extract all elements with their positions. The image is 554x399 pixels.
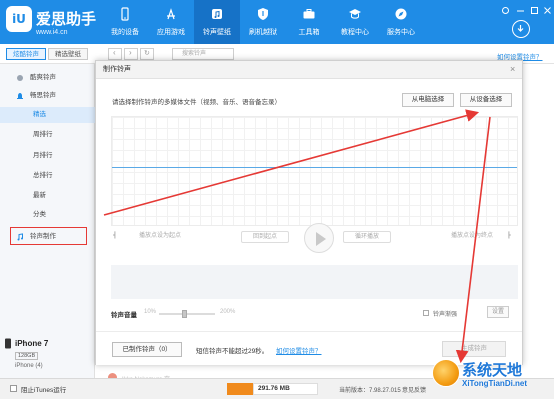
- download-button[interactable]: [512, 20, 530, 38]
- play-button[interactable]: [304, 223, 334, 253]
- made-ringtones-button[interactable]: 已制作铃声（0）: [112, 342, 182, 357]
- tab-ringtones[interactable]: 炫酷铃声: [6, 48, 46, 60]
- volume-min: 10%: [144, 309, 157, 315]
- segment-track: [111, 265, 518, 299]
- sidebar: 酷爽铃声 畅思铃声 精选 周排行 月排行 总排行 最新 分类 铃声制作: [0, 64, 95, 378]
- loop-play-toggle[interactable]: 循环播放: [343, 231, 391, 243]
- sidebar-group-label: 畅思铃声: [30, 92, 56, 99]
- watermark: 系统天地 XiTongTianDi.net: [432, 355, 552, 397]
- nav-toolbox[interactable]: 工具箱: [286, 0, 332, 44]
- close-icon[interactable]: [543, 6, 552, 15]
- watermark-logo-icon: [432, 359, 460, 387]
- marker-start-icon: ┫: [113, 233, 117, 239]
- fade-settings-button[interactable]: 设置: [487, 306, 509, 318]
- sidebar-group-label: 酷爽铃声: [30, 74, 56, 81]
- app-version: 当前版本：7.98.27.015: [339, 388, 401, 394]
- memory-usage-bar: [227, 383, 253, 395]
- logo-badge: iU: [6, 6, 32, 32]
- volume-label: 铃声音量: [111, 312, 137, 319]
- how-to-set-link[interactable]: 如何设置铃声？: [276, 345, 322, 355]
- graduation-cap-icon: [349, 9, 361, 19]
- fade-in-checkbox[interactable]: [423, 310, 429, 316]
- nav-label: 铃声壁纸: [203, 29, 231, 36]
- sms-length-note: 短信铃声不能超过29秒。: [196, 348, 269, 355]
- annotation-highlight-box: [10, 227, 87, 245]
- nav-flash-jailbreak[interactable]: 刷机越狱: [240, 0, 286, 44]
- download-arrow-icon: [517, 25, 524, 32]
- sidebar-item-weekly[interactable]: 周排行: [0, 127, 95, 143]
- logo-url: www.i4.cn: [36, 29, 68, 36]
- nav-my-device[interactable]: 我的设备: [102, 0, 148, 44]
- device-capacity: 128GB: [15, 352, 39, 360]
- volume-slider-handle[interactable]: [182, 310, 187, 318]
- nav-apps-games[interactable]: 应用游戏: [148, 0, 194, 44]
- top-bar: iU 爱思助手 www.i4.cn 我的设备 应用游戏 铃声壁纸 刷机越狱 工具…: [0, 0, 554, 44]
- sidebar-group-cool[interactable]: 酷爽铃声: [0, 70, 95, 86]
- device-name: iPhone 7: [15, 339, 49, 348]
- block-itunes-checkbox[interactable]: [10, 385, 17, 392]
- nav-label: 工具箱: [298, 29, 320, 36]
- chevron-right-icon: ›: [129, 48, 132, 57]
- playback-controls: ┫ 播放点设为起点 回到起点 循环播放 播放点设为终点 ┣: [111, 223, 518, 253]
- back-button[interactable]: ‹: [108, 48, 122, 60]
- logo-name: 爱思助手: [36, 11, 97, 28]
- block-itunes-label: 阻止iTunes运行: [21, 387, 67, 394]
- sidebar-item-newest[interactable]: 最新: [0, 188, 95, 204]
- set-end-button[interactable]: 播放点设为终点: [439, 231, 505, 243]
- sidebar-item-alltime[interactable]: 总排行: [0, 168, 95, 184]
- refresh-button[interactable]: ↻: [140, 48, 154, 60]
- close-icon[interactable]: ×: [510, 64, 515, 74]
- make-ringtone-dialog: 制作铃声 × 请选择制作铃声的多媒体文件（视频、音乐、语音备忘录） 从电脑选择 …: [95, 60, 523, 365]
- toolbox-icon: [303, 9, 315, 19]
- circle-icon: [17, 75, 23, 81]
- waveform-area[interactable]: [111, 116, 518, 226]
- app-store-icon: [167, 8, 175, 20]
- bell-icon: [17, 93, 23, 99]
- select-from-pc-button[interactable]: 从电脑选择: [402, 93, 454, 107]
- watermark-title: 系统天地: [462, 361, 523, 379]
- volume-max: 200%: [220, 309, 236, 315]
- nav-label: 应用游戏: [157, 29, 185, 36]
- dialog-title: 制作铃声: [96, 61, 522, 79]
- minimize-icon[interactable]: [516, 6, 525, 15]
- memory-usage-value: 291.76 MB: [258, 385, 290, 392]
- compass-icon: [395, 8, 407, 20]
- phone-icon: [5, 338, 11, 349]
- feedback-link[interactable]: 意见反馈: [402, 385, 426, 394]
- set-start-button[interactable]: 播放点设为起点: [127, 231, 193, 243]
- volume-slider[interactable]: [159, 313, 215, 315]
- sidebar-item-featured[interactable]: 精选: [0, 107, 95, 123]
- nav-label: 刷机越狱: [249, 29, 277, 36]
- nav-label: 教程中心: [341, 29, 369, 36]
- waveform-baseline: [112, 167, 517, 168]
- chevron-left-icon: ‹: [113, 48, 116, 57]
- back-to-start-button[interactable]: 回到起点: [241, 231, 289, 243]
- refresh-icon: ↻: [144, 50, 150, 57]
- settings-icon[interactable]: [501, 6, 510, 15]
- nav-service[interactable]: 服务中心: [378, 0, 424, 44]
- sidebar-item-category[interactable]: 分类: [0, 207, 95, 223]
- tab-wallpapers[interactable]: 精选壁纸: [48, 48, 88, 60]
- nav-ringtone-wallpaper[interactable]: 铃声壁纸: [194, 0, 240, 44]
- watermark-url: XiTongTianDi.net: [462, 379, 528, 388]
- nav-label: 服务中心: [387, 29, 415, 36]
- sidebar-item-monthly[interactable]: 月排行: [0, 148, 95, 164]
- fade-in-label: 铃声渐强: [433, 312, 458, 318]
- phone-icon: [121, 7, 129, 21]
- marker-end-icon: ┣: [507, 233, 511, 239]
- play-icon: [316, 232, 326, 246]
- nav-label: 我的设备: [111, 29, 139, 36]
- ringtone-icon: [212, 9, 222, 19]
- select-from-device-button[interactable]: 从设备选择: [460, 93, 512, 107]
- search-input[interactable]: 搜索铃声: [172, 48, 234, 60]
- maximize-icon[interactable]: [530, 6, 539, 15]
- device-model: iPhone (4): [15, 363, 43, 369]
- forward-button[interactable]: ›: [124, 48, 138, 60]
- shield-icon: [258, 8, 268, 20]
- sidebar-group-pop[interactable]: 畅思铃声: [0, 88, 95, 104]
- dialog-description: 请选择制作铃声的多媒体文件（视频、音乐、语音备忘录）: [112, 99, 281, 106]
- nav-tutorials[interactable]: 教程中心: [332, 0, 378, 44]
